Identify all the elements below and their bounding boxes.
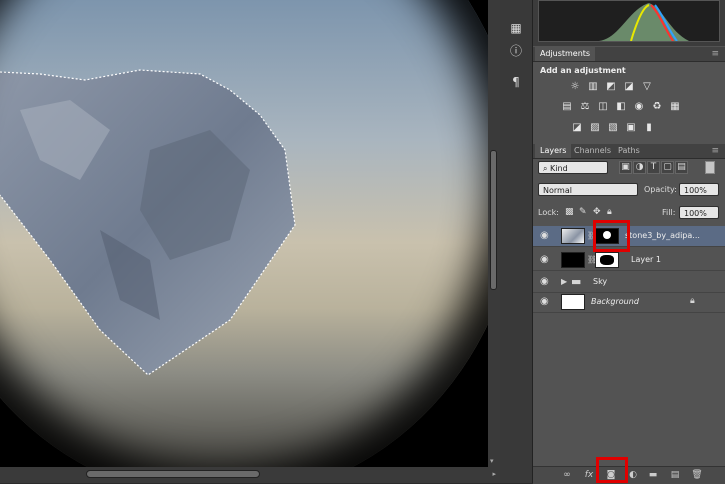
eye-icon[interactable]: ◉: [540, 254, 549, 265]
color-balance-icon[interactable]: ◫: [597, 101, 609, 112]
stone-image: [0, 69, 296, 376]
filter-toggle[interactable]: [705, 161, 715, 174]
layer-thumbnail: [561, 252, 585, 268]
panel-icon-strip: ▦ ⓘ ¶: [500, 0, 533, 483]
balance-icon[interactable]: ⚖: [579, 101, 591, 112]
opacity-field[interactable]: 100%: [679, 183, 719, 196]
lock-position-icon[interactable]: ✥: [593, 206, 601, 219]
folder-icon[interactable]: ▬: [647, 470, 659, 481]
tab-layers[interactable]: Layers: [535, 144, 572, 158]
exposure-icon[interactable]: ◪: [623, 81, 635, 92]
tab-channels[interactable]: Channels: [569, 144, 616, 158]
blend-mode-select[interactable]: Normal: [538, 183, 638, 196]
layer-name[interactable]: Sky: [593, 277, 607, 286]
photo-filter-icon[interactable]: ◉: [633, 101, 645, 112]
adjustment-filter-icon[interactable]: ◑: [633, 161, 646, 174]
search-icon: ⌕: [543, 164, 548, 173]
mask-icon[interactable]: ◙: [605, 470, 617, 481]
link-icon[interactable]: ∞: [561, 470, 573, 481]
trash-icon[interactable]: 🗑︎: [691, 470, 703, 481]
scroll-down-icon[interactable]: ▾: [490, 457, 494, 465]
layer-thumbnail: [561, 294, 585, 310]
filter-kind-select[interactable]: ⌕ Kind: [538, 161, 608, 174]
layers-menu-icon[interactable]: ≡: [711, 144, 719, 158]
lock-all-icon[interactable]: 🔒︎: [607, 206, 612, 219]
histogram-icon[interactable]: ▦: [508, 20, 524, 36]
posterize-icon[interactable]: ▨: [589, 122, 601, 133]
lock-icon: 🔒︎: [690, 296, 695, 306]
lock-pixels-icon[interactable]: ✎: [579, 206, 587, 219]
histogram-panel: [533, 0, 725, 46]
vertical-scrollbar[interactable]: ▾: [488, 0, 500, 467]
panel-menu-icon[interactable]: ≡: [711, 47, 719, 61]
horizontal-scroll-thumb[interactable]: [86, 470, 260, 478]
document-canvas[interactable]: [0, 0, 488, 467]
horizontal-scrollbar[interactable]: ▸: [0, 467, 500, 483]
type-filter-icon[interactable]: T: [647, 161, 660, 174]
layers-bottom-bar: ∞ fx ◙ ◐ ▬ ▤ 🗑︎: [533, 466, 725, 484]
layer-name[interactable]: stone3_by_adipa...: [625, 231, 700, 240]
new-layer-icon[interactable]: ▤: [669, 470, 681, 481]
layer-thumbnail: [561, 228, 585, 244]
vibrance-icon[interactable]: ▤: [561, 101, 573, 112]
selective-color-icon[interactable]: ▣: [625, 122, 637, 133]
eye-icon[interactable]: ◉: [540, 230, 549, 241]
threshold-icon[interactable]: ▧: [607, 122, 619, 133]
adjust-icon[interactable]: ◐: [627, 470, 639, 481]
fill-field[interactable]: 100%: [679, 206, 719, 219]
levels-icon[interactable]: ▥: [587, 81, 599, 92]
info-icon[interactable]: ⓘ: [508, 43, 524, 59]
lock-transparency-icon[interactable]: ▩: [565, 206, 574, 219]
eye-icon[interactable]: ◉: [540, 276, 549, 287]
layer-mask-thumbnail[interactable]: [595, 252, 619, 268]
folder-icon: ▬: [571, 275, 582, 288]
layer-name[interactable]: Layer 1: [631, 255, 661, 264]
eye-icon[interactable]: ◉: [540, 296, 549, 307]
layer-name[interactable]: Background: [591, 297, 639, 306]
tab-adjustments[interactable]: Adjustments: [535, 47, 596, 61]
triangle-icon[interactable]: ▽: [641, 81, 653, 92]
pixel-filter-icon[interactable]: ▣: [619, 161, 632, 174]
vertical-scroll-thumb[interactable]: [490, 150, 497, 290]
lookup-icon[interactable]: ▦: [669, 101, 681, 112]
layers-tabbar: Layers Channels Paths ≡: [533, 144, 725, 159]
invert-icon[interactable]: ◪: [571, 122, 583, 133]
scroll-right-icon[interactable]: ▸: [492, 470, 496, 478]
channel-mixer-icon[interactable]: ♻: [651, 101, 663, 112]
fx-icon[interactable]: fx: [583, 470, 595, 481]
fill-label: Fill:: [662, 208, 676, 217]
layer-row[interactable]: ◉ ⛓ Layer 1: [533, 250, 725, 271]
curves-icon[interactable]: ◩: [605, 81, 617, 92]
layer-row[interactable]: ◉ ⛓ stone3_by_adipa...: [533, 226, 725, 247]
tab-paths[interactable]: Paths: [613, 144, 645, 158]
filter-kind-value: Kind: [550, 164, 568, 173]
bw-icon[interactable]: ◧: [615, 101, 627, 112]
histogram-graph: [538, 0, 720, 42]
layer-group-row[interactable]: ◉ ▶ ▬ Sky: [533, 272, 725, 293]
shape-filter-icon[interactable]: ▢: [661, 161, 674, 174]
opacity-label: Opacity:: [644, 185, 677, 194]
adjustments-tabbar: Adjustments ≡: [533, 47, 725, 62]
right-panels: Adjustments ≡ Add an adjustment ☼ ▥ ◩ ◪ …: [533, 0, 725, 484]
gradient-map-icon[interactable]: ▮: [643, 122, 655, 133]
layer-mask-thumbnail[interactable]: [595, 228, 619, 244]
lock-label: Lock:: [538, 208, 559, 217]
expand-triangle-icon[interactable]: ▶: [561, 277, 567, 286]
smart-object-filter-icon[interactable]: ▤: [675, 161, 688, 174]
brightness-icon[interactable]: ☼: [569, 81, 581, 92]
adjustments-heading: Add an adjustment: [540, 66, 626, 75]
character-icon[interactable]: ¶: [508, 74, 524, 90]
layer-row[interactable]: ◉ Background 🔒︎: [533, 292, 725, 313]
